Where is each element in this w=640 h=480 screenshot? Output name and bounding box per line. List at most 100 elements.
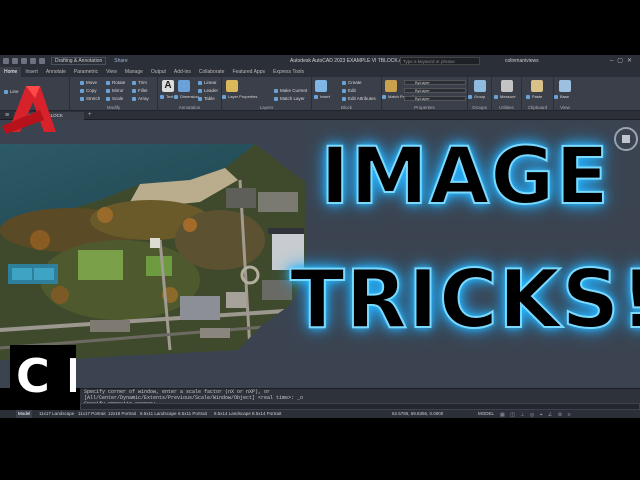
ribbon-tab-parametric[interactable]: Parametric [70,67,102,77]
paste-button[interactable]: Paste [526,94,542,99]
match-layer-button[interactable]: Match Layer [274,96,305,101]
block-panel-title[interactable]: Block [312,105,381,110]
scale-button[interactable]: Scale [106,96,123,101]
modify-panel: Move Rotate Trim Copy Mirror Fillet Stre… [70,77,158,111]
ribbon-tab-collaborate[interactable]: Collaborate [195,67,229,77]
clipboard-panel: Paste Clipboard [522,77,554,111]
match-properties-icon[interactable] [385,80,397,92]
layout-tab[interactable]: 8.5x14 Portrait [250,410,283,418]
base-view-icon[interactable] [559,80,571,92]
layout-tab[interactable]: 11x17 Landscape [37,410,76,418]
layers-panel-title[interactable]: Layers [222,105,311,110]
ribbon-tab-manage[interactable]: Manage [121,67,147,77]
group-icon[interactable] [474,80,486,92]
layout-tab-model[interactable]: Model [16,410,33,418]
stretch-button[interactable]: Stretch [80,96,100,101]
ribbon-tab-featured-apps[interactable]: Featured Apps [228,67,269,77]
ribbon-tab-output[interactable]: Output [147,67,170,77]
ribbon-tab-annotate[interactable]: Annotate [42,67,70,77]
layer-properties-button[interactable]: Layer Properties [222,94,257,99]
text-button[interactable]: Text [160,94,173,99]
group-button[interactable]: Group [468,94,485,99]
groups-panel-title[interactable]: Groups [468,105,491,110]
mirror-button[interactable]: Mirror [106,88,124,93]
ribbon-tab-add-ins[interactable]: Add-ins [170,67,195,77]
groups-panel: Group Groups [468,77,492,111]
quick-access-new-icon[interactable] [3,58,9,64]
channel-logo-icon: C I [10,345,76,401]
dimension-icon[interactable] [178,80,190,92]
table-button[interactable]: Table [198,96,215,101]
utilities-panel-title[interactable]: Utilities [492,105,521,110]
screen: Drafting & Annotation Share Autodesk Aut… [0,0,640,480]
edit-block-button[interactable]: Edit [342,88,356,93]
quick-access-undo-icon[interactable] [30,58,36,64]
fillet-button[interactable]: Fillet [132,88,148,93]
properties-panel: Match Properties ByLayer ByLayer ByLayer… [382,77,468,111]
layer-properties-icon[interactable] [226,80,238,92]
channel-logo-text: C I [16,349,76,401]
file-tabs-bar: ≡ EXAMPLE VI TBLOCK + [0,111,640,120]
rotate-button[interactable]: Rotate [106,80,125,85]
layers-panel: Layer Properties Make Current Match Laye… [222,77,312,111]
paste-icon[interactable] [531,80,543,92]
title-bar: Drafting & Annotation Share Autodesk Aut… [0,55,640,67]
layout-tab[interactable]: 8.5x11 Portrait [176,410,209,418]
linear-button[interactable]: Linear [198,80,217,85]
ribbon-tabs: Home Insert Annotate Parametric View Manage Ou… [0,67,640,77]
create-block-button[interactable]: Create [342,80,362,85]
make-current-button[interactable]: Make Current [274,88,307,93]
clipboard-panel-title[interactable]: Clipboard [522,105,553,110]
linetype-dropdown[interactable]: ByLayer [404,88,466,93]
overlay-title-line2: TRICKS! [289,252,640,347]
copy-button[interactable]: Copy [80,88,97,93]
ribbon-tab-view[interactable]: View [102,67,121,77]
command-input[interactable] [80,403,640,410]
utilities-panel: Measure Utilities [492,77,522,111]
quick-access-save-icon[interactable] [21,58,27,64]
share-button[interactable]: Share [114,58,127,64]
app-title: Autodesk AutoCAD 2023 EXAMPLE VI TBLOCK.… [290,58,409,64]
move-button[interactable]: Move [80,80,97,85]
view-panel-title[interactable]: View [554,105,576,110]
measure-icon[interactable] [501,80,513,92]
layout-tab[interactable]: 11x17 Portrait [76,410,108,418]
quick-access-open-icon[interactable] [12,58,18,64]
bottom-letterbox [0,418,640,480]
ribbon: Line Move Rotate Trim Copy Mirror Fillet… [0,77,640,111]
search-input[interactable]: Type a keyword or phrase [400,57,480,65]
insert-block-icon[interactable] [315,80,327,92]
dimension-button[interactable]: Dimension [174,94,199,99]
quick-access-redo-icon[interactable] [39,58,45,64]
new-tab-button[interactable]: + [88,112,92,118]
overlay-title-line1: IMAGE [319,131,610,223]
layout-tab[interactable]: 12x18 Portrait [106,410,138,418]
measure-button[interactable]: Measure [494,94,516,99]
layout-tab[interactable]: 8.5x11 Landscape [138,410,178,418]
workspace-dropdown[interactable]: Drafting & Annotation [51,57,107,65]
block-panel: Insert Create Edit Edit Attributes Block [312,77,382,111]
ribbon-tab-express-tools[interactable]: Express Tools [269,67,308,77]
window-controls[interactable]: –▢✕ [610,57,636,64]
model-space-toggle[interactable]: MODEL [478,410,494,418]
modify-panel-title[interactable]: Modify [70,105,157,110]
text-icon[interactable]: A [162,80,174,92]
lineweight-dropdown[interactable]: ByLayer [404,96,466,101]
array-button[interactable]: Array [132,96,149,101]
ribbon-tab-insert[interactable]: Insert [21,67,42,77]
insert-button[interactable]: Insert [314,94,330,99]
ribbon-tab-home[interactable]: Home [0,67,22,77]
base-button[interactable]: Base [554,94,569,99]
status-bar: Model 11x17 Landscape 11x17 Portrait 12x… [0,410,640,418]
edit-attributes-button[interactable]: Edit Attributes [342,96,376,101]
properties-panel-title[interactable]: Properties [382,105,467,110]
user-account[interactable]: colinmaniviews [505,58,539,64]
layout-tab[interactable]: 8.5x14 Landscape [212,410,253,418]
coordinates-readout[interactable]: 62.5786, 59.6356, 0.0000 [392,410,443,418]
annotation-panel: A Text Dimension Linear Leader Table Ann… [158,77,222,111]
view-panel: Base View [554,77,576,111]
trim-button[interactable]: Trim [132,80,147,85]
annotation-panel-title[interactable]: Annotation [158,105,221,110]
color-dropdown[interactable]: ByLayer [404,80,466,85]
leader-button[interactable]: Leader [198,88,218,93]
